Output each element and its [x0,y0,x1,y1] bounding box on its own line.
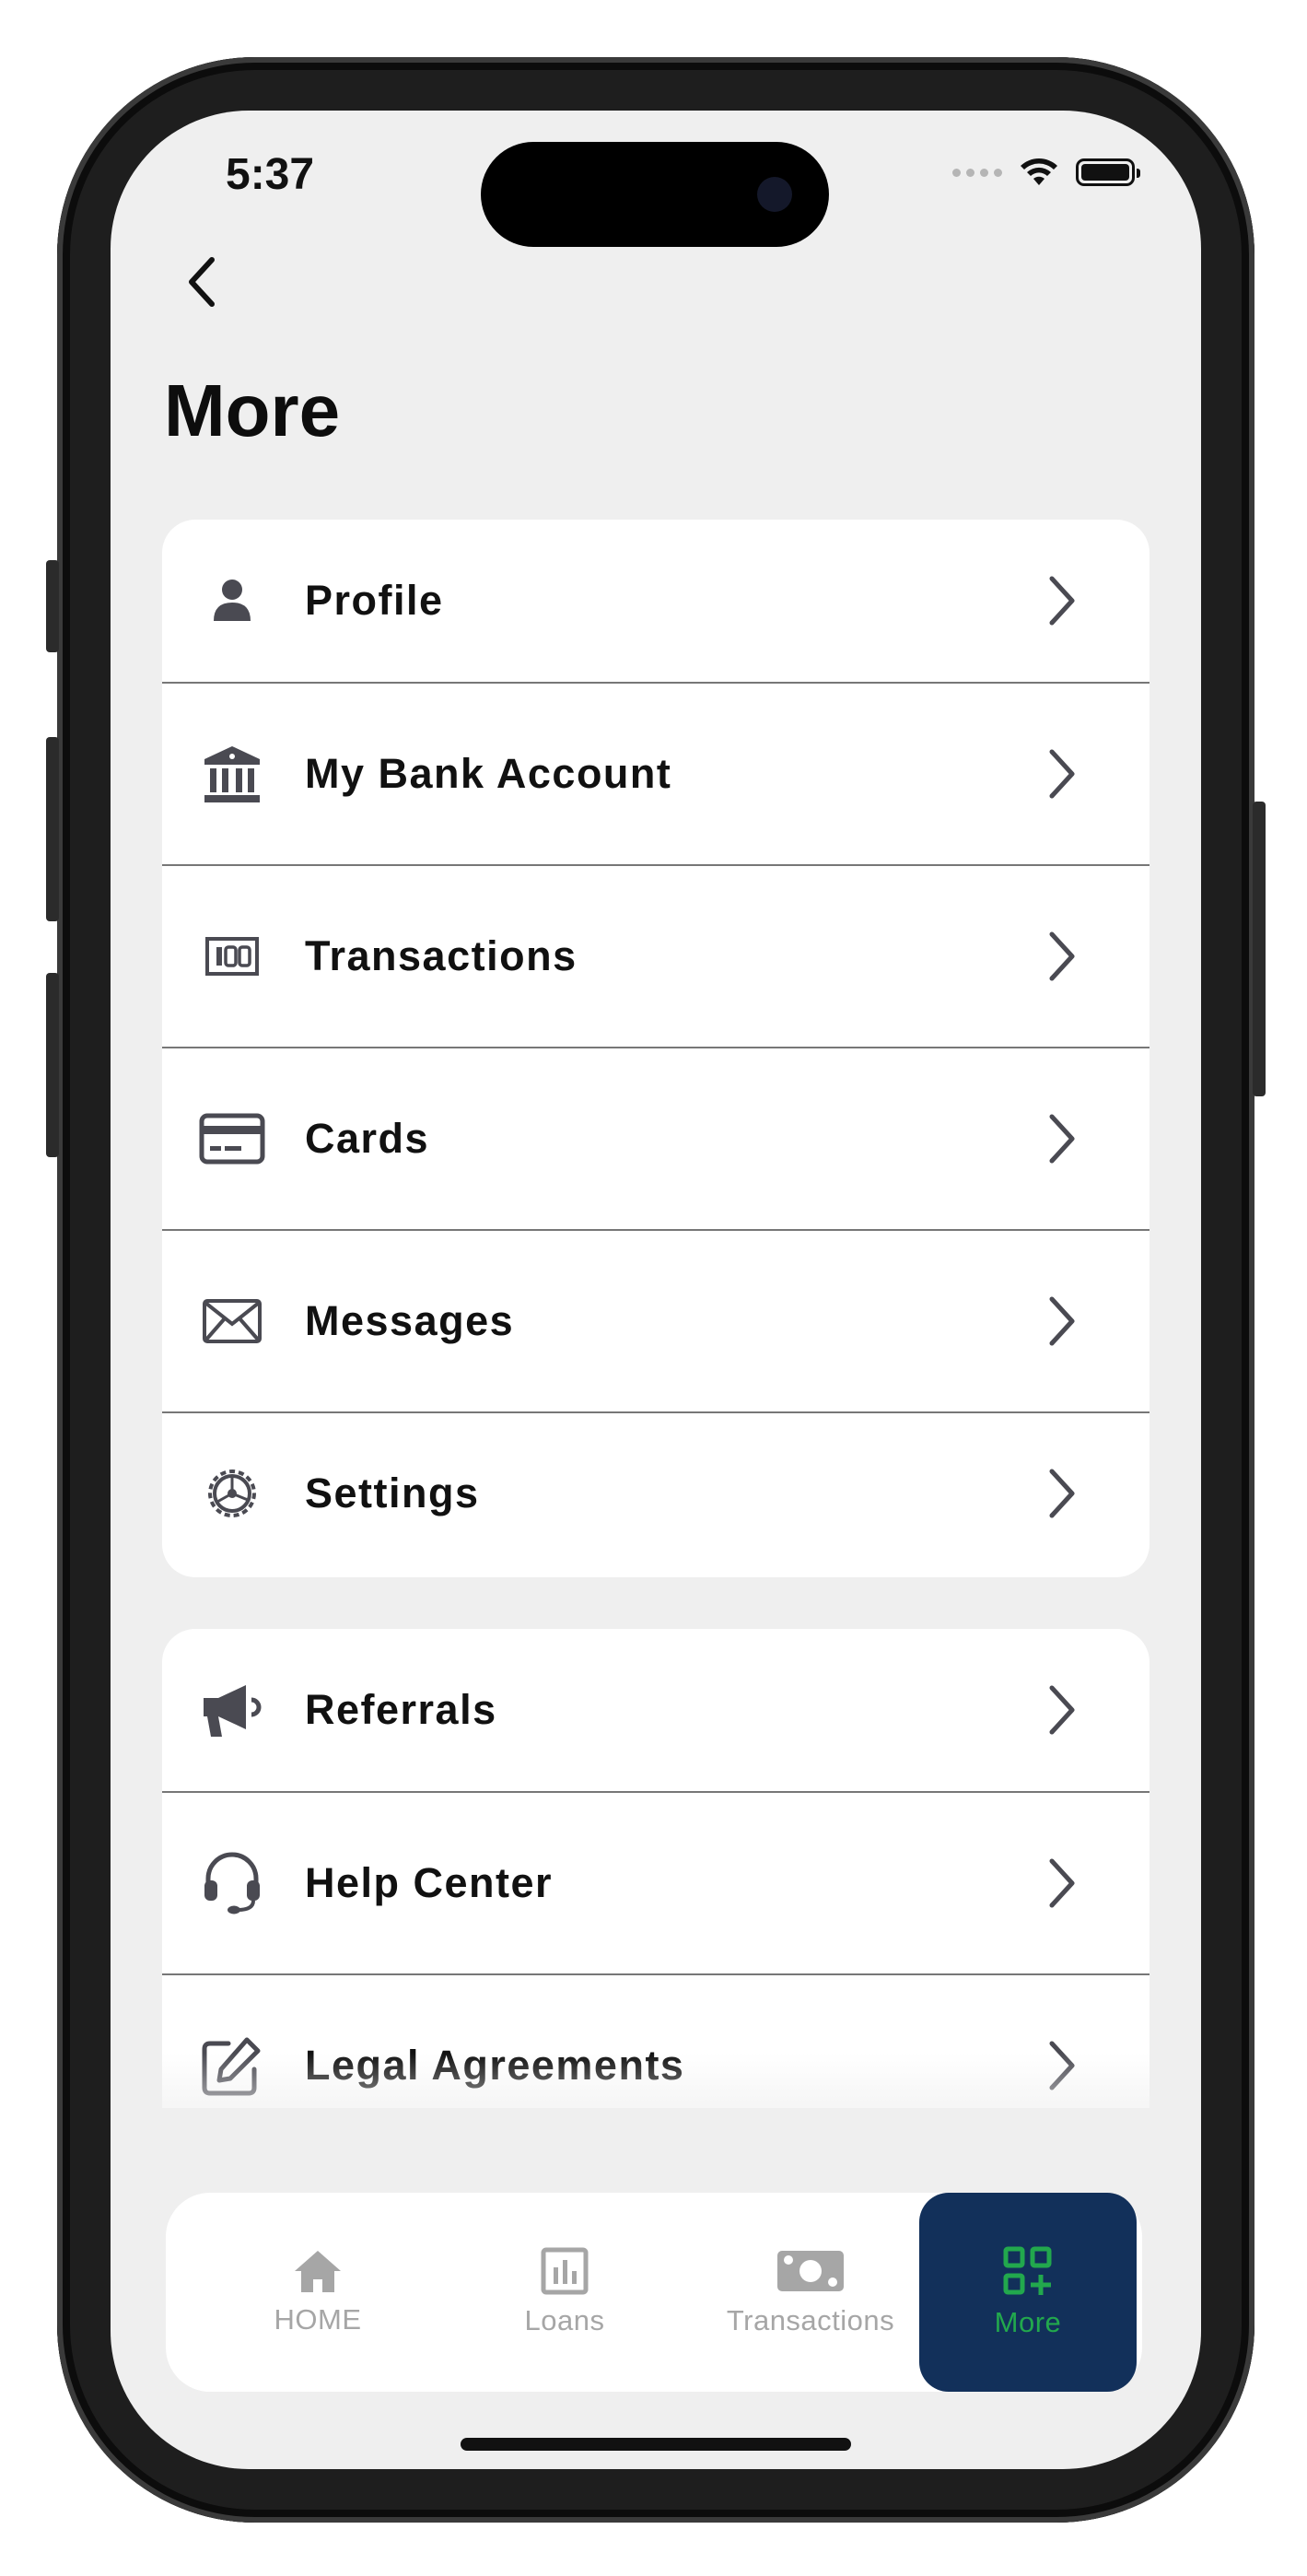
menu-item-label: Messages [305,1297,515,1344]
money-icon [777,2251,844,2291]
menu-item-bank-account[interactable]: My Bank Account [162,682,1149,864]
menu-item-label: Profile [305,577,444,624]
bank-icon [199,741,265,807]
tab-label: More [994,2306,1062,2338]
tab-transactions[interactable]: Transactions [682,2193,939,2392]
gear-icon [199,1460,265,1527]
chevron-right-icon [1049,1296,1075,1346]
battery-icon [1076,158,1140,186]
menu-item-help-center[interactable]: Help Center [162,1791,1149,1973]
chevron-left-icon [189,257,215,307]
person-icon [199,568,265,634]
status-time: 5:37 [226,150,315,199]
page-title: More [164,369,341,451]
menu-item-label: Cards [305,1115,430,1162]
menu-item-label: My Bank Account [305,750,672,797]
chevron-right-icon [1049,1685,1075,1735]
tab-label: Loans [524,2304,605,2336]
chevron-right-icon [1049,1858,1075,1908]
menu-item-label: Transactions [305,932,578,979]
camera-icon [757,177,792,212]
cellular-signal-icon [952,168,1002,177]
megaphone-icon [199,1677,265,1743]
grid-plus-icon [1003,2246,1052,2295]
menu-group-support: Referrals Help Center Legal Agreements [162,1629,1149,2108]
chevron-right-icon [1049,1469,1075,1518]
volume-up-button [46,737,59,921]
menu-item-label: Help Center [305,1859,554,1906]
menu-item-referrals[interactable]: Referrals [162,1629,1149,1791]
tab-label: HOME [274,2303,362,2336]
wifi-icon [1021,158,1057,185]
chevron-right-icon [1049,576,1075,626]
screen: 5:37 More Profile My Bank Account Transa… [111,111,1201,2469]
dynamic-island [481,142,829,247]
chevron-right-icon [1049,749,1075,799]
tab-more[interactable]: More [919,2193,1137,2392]
scroll-fade [162,2053,1149,2108]
tab-home[interactable]: HOME [212,2193,424,2392]
chevron-right-icon [1049,1114,1075,1164]
tab-label: Transactions [726,2304,895,2336]
envelope-icon [199,1288,265,1354]
action-button [46,560,59,652]
back-button[interactable] [166,245,239,319]
banknote-icon [199,923,265,989]
chart-icon [541,2247,589,2295]
menu-item-messages[interactable]: Messages [162,1229,1149,1411]
menu-item-cards[interactable]: Cards [162,1047,1149,1229]
home-indicator[interactable] [461,2438,851,2451]
menu-item-label: Settings [305,1469,480,1516]
menu-item-transactions[interactable]: Transactions [162,864,1149,1047]
status-icons [952,157,1140,188]
tab-loans[interactable]: Loans [459,2193,671,2392]
home-icon [295,2251,341,2292]
volume-down-button [46,973,59,1157]
menu-item-label: Referrals [305,1686,497,1733]
credit-card-icon [199,1106,265,1172]
headset-icon [199,1850,265,1916]
menu-group-account: Profile My Bank Account Transactions Car… [162,520,1149,1577]
power-button [1253,802,1266,1096]
chevron-right-icon [1049,931,1075,981]
tab-bar: HOME Loans Transactions More [166,2193,1142,2392]
menu-item-profile[interactable]: Profile [162,520,1149,682]
menu-item-settings[interactable]: Settings [162,1411,1149,1574]
